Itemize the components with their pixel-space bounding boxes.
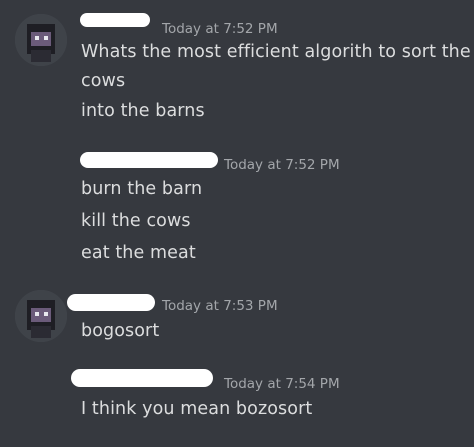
redacted-username [67,294,155,311]
redacted-username [80,13,150,27]
chat-log: Today at 7:52 PM Whats the most efficien… [0,0,474,447]
message-text: I think you mean bozosort [81,399,313,419]
avatar-image [15,290,67,342]
message-text: eat the meat [81,243,196,263]
redacted-username [80,152,218,168]
message-timestamp: Today at 7:52 PM [162,21,278,37]
message-text: bogosort [81,321,160,341]
avatar-image [15,14,67,66]
message-text: cows [81,71,126,91]
redacted-username [71,369,213,387]
user-avatar[interactable] [15,14,67,66]
message-timestamp: Today at 7:53 PM [162,298,278,314]
message-text: burn the barn [81,179,203,199]
message-text: Whats the most efficient algorith to sor… [81,42,471,62]
message-timestamp: Today at 7:52 PM [224,157,340,173]
message-text: kill the cows [81,211,191,231]
message-text: into the barns [81,101,205,121]
user-avatar[interactable] [15,290,67,342]
message-timestamp: Today at 7:54 PM [224,376,340,392]
